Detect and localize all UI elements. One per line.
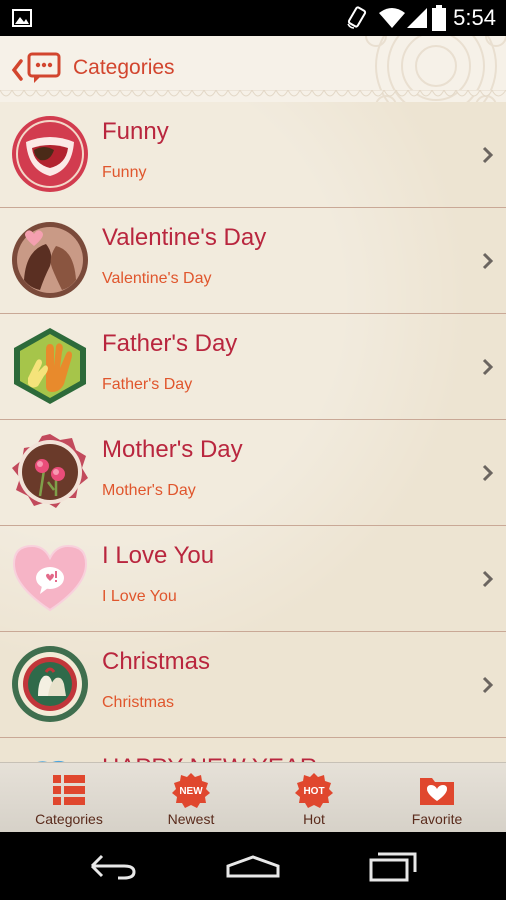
- screen-rotation-icon: [347, 6, 367, 29]
- bottom-tab-bar: Categories NEW Newest HOT Hot Favorite: [0, 762, 506, 833]
- home-nav-icon[interactable]: [224, 854, 282, 880]
- chevron-right-icon: [482, 676, 494, 694]
- category-row-i-love-you[interactable]: I Love You I Love You: [0, 526, 506, 632]
- hot-badge-icon: HOT: [295, 773, 333, 808]
- category-title: Mother's Day: [102, 436, 243, 463]
- category-subtitle: I Love You: [102, 588, 177, 605]
- new-badge-text: NEW: [179, 786, 203, 797]
- cell-signal-icon: [407, 8, 427, 28]
- category-title: Funny: [102, 118, 169, 145]
- tab-hot[interactable]: HOT Hot: [251, 763, 377, 833]
- category-title: Christmas: [102, 648, 211, 675]
- wifi-icon: [379, 8, 405, 28]
- chat-bubble-icon[interactable]: [26, 51, 62, 85]
- category-title: HAPPY NEW YEAR: [102, 754, 317, 762]
- mothers-day-flowers-icon: [12, 434, 88, 508]
- funny-mouth-icon: [12, 116, 88, 192]
- back-nav-icon[interactable]: [88, 852, 138, 880]
- category-subtitle: Mother's Day: [102, 482, 196, 499]
- category-row-funny[interactable]: Funny Funny: [0, 102, 506, 208]
- chevron-right-icon: [482, 464, 494, 482]
- scallop-border: [0, 90, 506, 97]
- new-year-icon: [37, 760, 65, 762]
- chevron-right-icon: [482, 570, 494, 588]
- tab-label: Newest: [167, 811, 215, 827]
- category-title: Valentine's Day: [102, 224, 267, 251]
- valentine-kiss-icon: [12, 222, 88, 298]
- category-row-mothers-day[interactable]: Mother's Day Mother's Day: [0, 420, 506, 526]
- category-list: Funny Funny Valentine's Day Valentine's …: [0, 102, 506, 762]
- tab-label: Favorite: [411, 811, 463, 827]
- tab-favorite[interactable]: Favorite: [374, 763, 500, 833]
- tab-newest[interactable]: NEW Newest: [128, 763, 254, 833]
- new-badge-icon: NEW: [172, 773, 210, 808]
- recent-apps-nav-icon[interactable]: [368, 850, 418, 882]
- category-row-fathers-day[interactable]: Father's Day Father's Day: [0, 314, 506, 420]
- tab-label: Categories: [35, 811, 103, 827]
- chevron-right-icon: [482, 358, 494, 376]
- status-bar: 5:54: [0, 0, 506, 36]
- app-header: Categories: [0, 36, 506, 102]
- category-subtitle: Christmas: [102, 694, 175, 711]
- christmas-bells-icon: [12, 646, 88, 722]
- love-heart-icon: [12, 544, 88, 612]
- chevron-right-icon: [482, 252, 494, 270]
- favorite-folder-icon: [420, 778, 454, 805]
- page-title: Categories: [73, 56, 175, 79]
- category-row-valentines-day[interactable]: Valentine's Day Valentine's Day: [0, 208, 506, 314]
- category-title: I Love You: [102, 542, 215, 569]
- back-chevron-icon[interactable]: [10, 58, 24, 82]
- tab-categories[interactable]: Categories: [6, 763, 132, 833]
- category-row-happy-new-year[interactable]: HAPPY NEW YEAR: [0, 738, 506, 762]
- category-subtitle: Valentine's Day: [102, 270, 212, 287]
- category-row-christmas[interactable]: Christmas Christmas: [0, 632, 506, 738]
- image-notification-icon: [12, 9, 32, 27]
- battery-icon: [432, 5, 446, 31]
- status-time: 5:54: [453, 5, 496, 30]
- system-navigation-bar: [0, 832, 506, 900]
- category-subtitle: Funny: [102, 164, 147, 181]
- category-subtitle: Father's Day: [102, 376, 193, 393]
- hot-badge-text: HOT: [303, 786, 324, 797]
- tab-label: Hot: [303, 811, 325, 827]
- fathers-day-hands-icon: [14, 328, 86, 404]
- category-title: Father's Day: [102, 330, 238, 357]
- categories-list-icon: [53, 775, 85, 805]
- chevron-right-icon: [482, 146, 494, 164]
